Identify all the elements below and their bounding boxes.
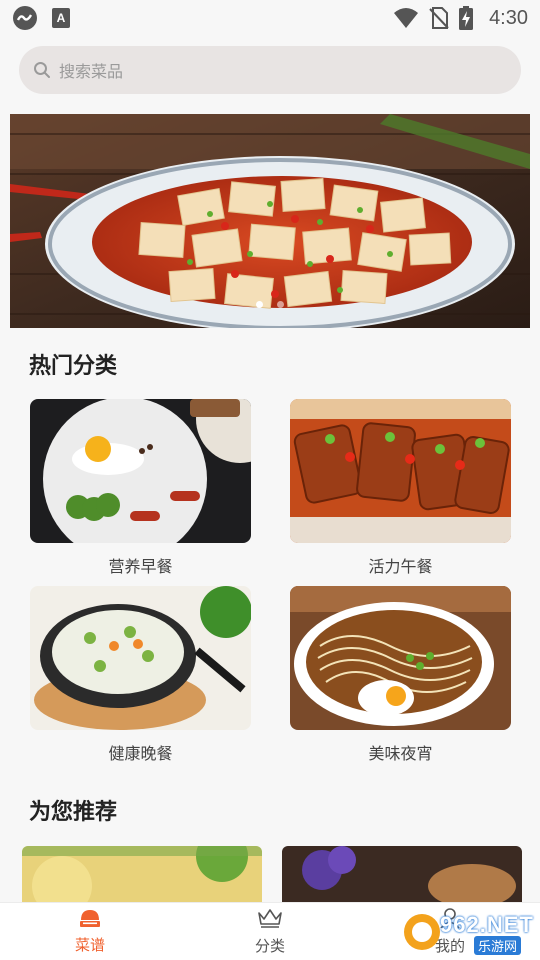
- search-bar[interactable]: 搜索菜品: [19, 46, 521, 94]
- nav-categories[interactable]: 分类: [180, 903, 360, 960]
- category-image: [30, 586, 251, 730]
- watermark-brand: 962.NET: [440, 912, 534, 937]
- app-screen: A 4:30 搜索菜品 热门分类 营养早餐 活力午餐 健康晚餐 美味夜宵 为您推…: [0, 0, 540, 960]
- category-card-late-night[interactable]: 美味夜宵: [290, 586, 511, 764]
- svg-text:A: A: [57, 11, 66, 25]
- hot-categories-title: 热门分类: [29, 354, 118, 379]
- search-input[interactable]: 搜索菜品: [59, 58, 123, 82]
- category-image: [30, 399, 251, 543]
- battery-charging-icon: [459, 6, 474, 30]
- recommend-title: 为您推荐: [29, 800, 118, 825]
- banner-carousel[interactable]: [10, 114, 530, 328]
- search-icon: [33, 61, 51, 79]
- category-card-dinner[interactable]: 健康晚餐: [30, 586, 251, 764]
- recommend-image: [282, 846, 522, 906]
- watermark-logo-icon: [404, 914, 440, 950]
- category-label: 健康晚餐: [108, 744, 173, 763]
- watermark-sub: 乐游网: [474, 936, 522, 955]
- crown-icon: [257, 907, 283, 933]
- status-time: 4:30: [489, 6, 528, 29]
- recommend-card[interactable]: [282, 846, 522, 906]
- no-sim-icon: [429, 7, 449, 29]
- banner-image: [10, 114, 530, 328]
- category-card-breakfast[interactable]: 营养早餐: [30, 399, 251, 577]
- wifi-icon: [393, 7, 419, 29]
- app-badge-icon: [12, 5, 38, 31]
- banner-pagination: [10, 301, 530, 308]
- category-label: 美味夜宵: [368, 744, 433, 763]
- banner-dot[interactable]: [277, 301, 284, 308]
- category-label: 活力午餐: [368, 557, 433, 576]
- category-card-lunch[interactable]: 活力午餐: [290, 399, 511, 577]
- category-image: [290, 586, 511, 730]
- nav-label: 分类: [254, 937, 285, 955]
- nav-label: 菜谱: [74, 936, 105, 954]
- keyboard-a-icon: A: [52, 8, 70, 28]
- category-image: [290, 399, 511, 543]
- recommend-image: [22, 846, 262, 906]
- site-watermark: 962.NET 乐游网: [398, 906, 538, 958]
- banner-dot[interactable]: [256, 301, 263, 308]
- category-label: 营养早餐: [108, 557, 173, 576]
- recipes-icon: [79, 908, 101, 932]
- recommend-card[interactable]: [22, 846, 262, 906]
- nav-recipes[interactable]: 菜谱: [0, 903, 180, 960]
- status-bar: A 4:30: [0, 0, 540, 36]
